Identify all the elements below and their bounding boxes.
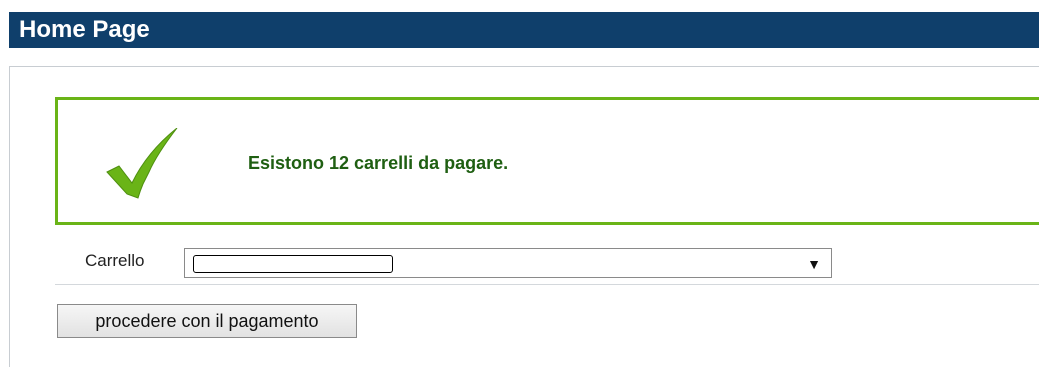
pay-button[interactable]: procedere con il pagamento [57,304,357,338]
success-alert: Esistono 12 carrelli da pagare. [55,97,1039,225]
cart-select[interactable]: ▼ [184,248,832,278]
row-divider [55,284,1039,285]
page-header: Home Page [9,12,1039,48]
cart-select-value [193,255,393,273]
chevron-down-icon: ▼ [807,256,821,272]
alert-message: Esistono 12 carrelli da pagare. [248,153,509,173]
cart-label: Carrello [85,251,145,270]
checkmark-icon [106,128,178,199]
page-title: Home Page [19,16,150,43]
